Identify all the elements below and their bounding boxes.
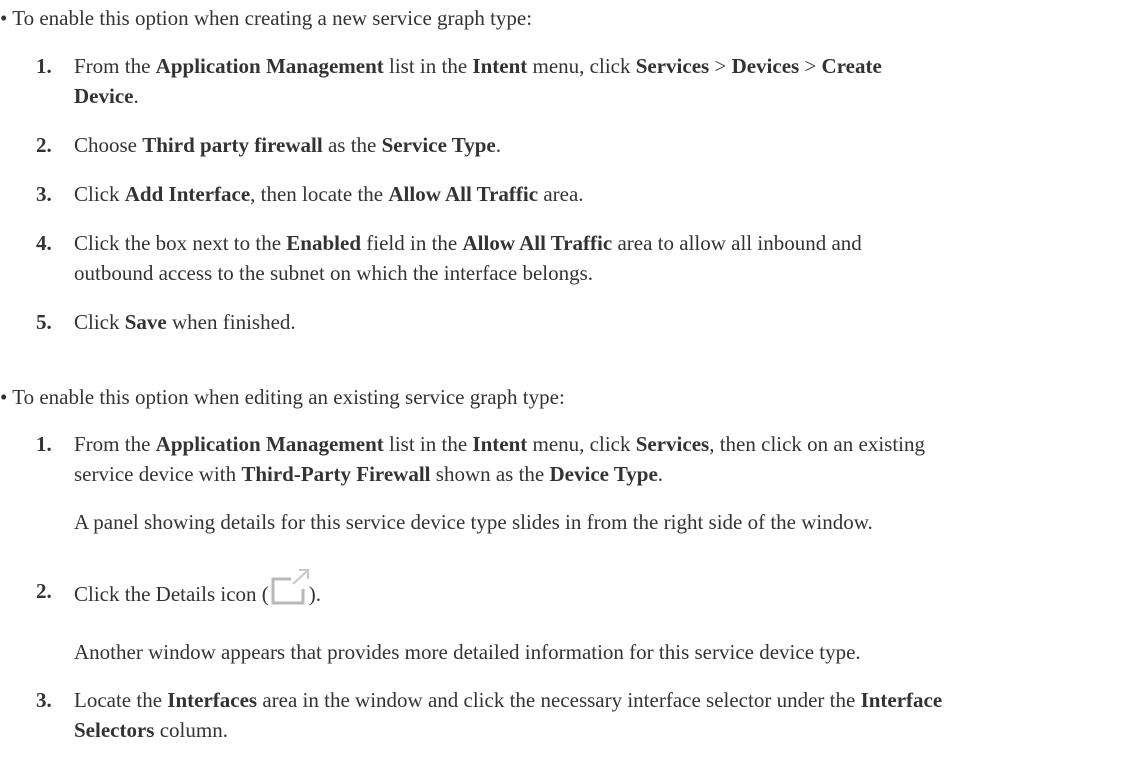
list-item: 5. Click Save when finished. [36, 307, 1140, 337]
list-item: 3. Click Add Interface, then locate the … [36, 179, 1140, 209]
step-number: 1. [36, 54, 52, 78]
list-item: 2. Choose Third party firewall as the Se… [36, 130, 1140, 160]
step-number: 2. [36, 133, 52, 157]
step-note: A panel showing details for this service… [74, 510, 873, 534]
bullet-editing: • To enable this option when editing an … [0, 385, 565, 409]
bullet-creating: • To enable this option when creating a … [0, 6, 533, 30]
step-number: 2. [36, 579, 52, 603]
list-item: 2. Click the Details icon ( ). [36, 569, 1140, 609]
details-icon [269, 569, 309, 606]
list-item: 1. From the Application Management list … [36, 51, 1140, 111]
step-number: 1. [36, 432, 52, 456]
list-item: 3. Locate the Interfaces area in the win… [36, 685, 1140, 745]
step-note: Another window appears that provides mor… [74, 640, 861, 664]
step-number: 4. [36, 231, 52, 255]
step-number: 3. [36, 182, 52, 206]
list-item: 1. From the Application Management list … [36, 429, 1140, 489]
list-item: 4. Click the box next to the Enabled fie… [36, 228, 1140, 288]
step-number: 3. [36, 688, 52, 712]
step-number: 5. [36, 310, 52, 334]
